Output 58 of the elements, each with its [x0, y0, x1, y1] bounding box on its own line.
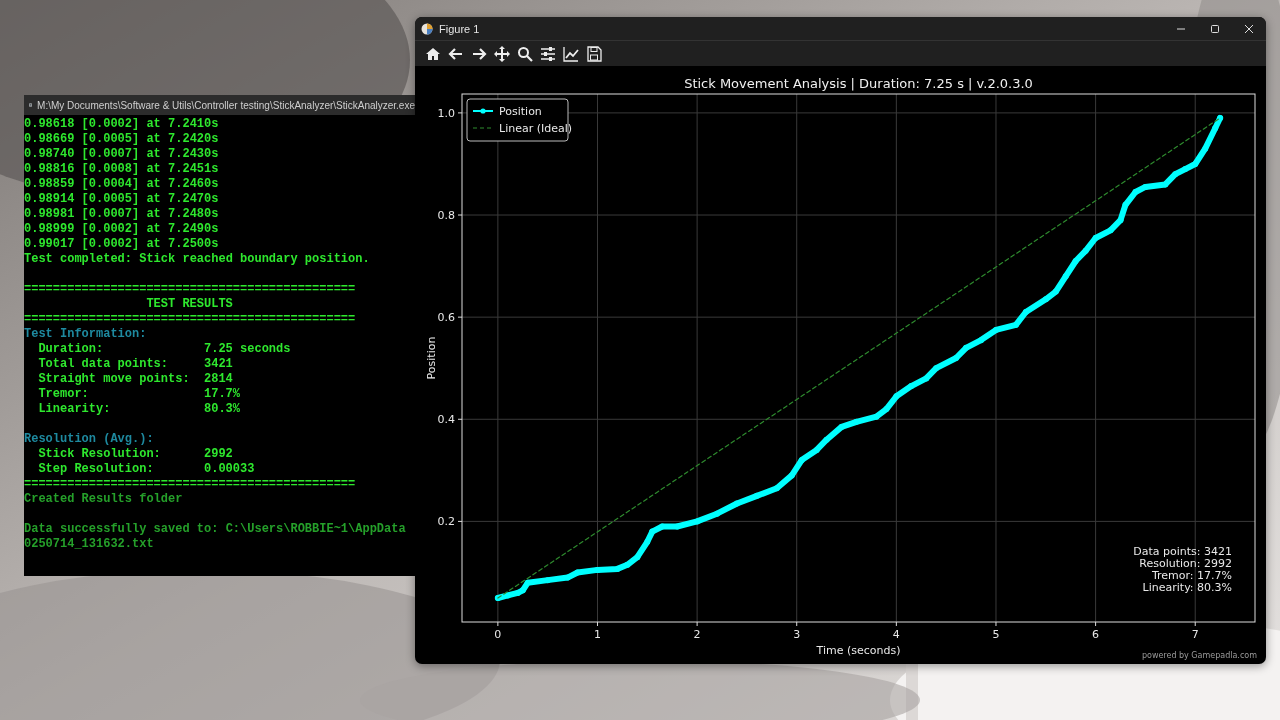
field-label: Stick Resolution: — [38, 447, 162, 462]
axis-tick-label: 1.0 — [437, 106, 455, 120]
console-line: 0.98981 [0.0007] at 7.2480s — [24, 207, 219, 222]
axis-tick-label: 0.4 — [437, 413, 455, 427]
console-line: 0.98816 [0.0008] at 7.2451s — [24, 162, 219, 177]
axis-tick-label: 0.8 — [437, 209, 455, 222]
console-line: 0250714_131632.txt — [24, 537, 154, 552]
window-title: Figure 1 — [439, 22, 480, 35]
axis-tick-label: 5 — [992, 628, 1000, 641]
field-value: 2814 — [204, 372, 233, 387]
x-axis-label: Time (seconds) — [816, 644, 901, 657]
legend-label: Linear (Ideal) — [499, 122, 573, 135]
y-axis-label: Position — [425, 336, 438, 380]
axis-tick-label: 3 — [793, 628, 801, 641]
console-line: 0.98914 [0.0005] at 7.2470s — [24, 192, 219, 207]
separator-line: ============================================== — [24, 282, 356, 297]
field-value: 3421 — [204, 357, 233, 372]
section-heading: Resolution (Avg.): — [24, 432, 154, 447]
console-line: Test completed: Stick reached boundary position. — [24, 252, 370, 267]
credit-text: powered by Gamepadla.com — [1141, 651, 1257, 660]
console-line: Data successfully saved to: C:\Users\ROBBIE~1\AppData — [24, 522, 406, 537]
field-value: 0.00033 — [204, 462, 255, 477]
legend-label: Position — [499, 105, 542, 118]
console-line: 0.98859 [0.0004] at 7.2460s — [24, 177, 219, 192]
axis-tick-label: 1 — [594, 628, 601, 641]
axis-tick-label: 2 — [693, 628, 701, 641]
console-line: 0.98999 [0.0002] at 7.2490s — [24, 222, 219, 237]
stats-text: Tremor: 17.7% — [1151, 569, 1232, 582]
field-label: Straight move points: — [38, 372, 191, 387]
separator-line: ============================================== — [24, 312, 356, 327]
window-title: M:\My Documents\Software & Utils\Controller testing\StickAnalyzer\StickAnalyzer.exe — [37, 99, 415, 111]
axis-tick-label: 7 — [1191, 628, 1199, 641]
section-heading: Test Information: — [24, 327, 147, 342]
field-label: Total data points: — [38, 357, 169, 372]
separator-line: ============================================== — [24, 477, 356, 492]
field-label: Tremor: — [38, 387, 90, 402]
results-heading: TEST RESULTS — [145, 297, 234, 312]
field-value: 80.3% — [204, 402, 241, 417]
field-label: Linearity: — [38, 402, 112, 417]
chart-title: Stick Movement Analysis | Duration: 7.25 s | v.2.0.3.0 — [684, 76, 1033, 91]
axis-tick-label: 0 — [494, 628, 502, 641]
console-line: 0.98669 [0.0005] at 7.2420s — [24, 132, 219, 147]
field-label: Duration: — [38, 342, 105, 357]
stats-text: Linearity: 80.3% — [1142, 581, 1232, 594]
field-value: 17.7% — [204, 387, 241, 402]
axis-tick-label: 6 — [1092, 628, 1100, 641]
console-line: Created Results folder — [24, 492, 183, 507]
stats-text: Data points: 3421 — [1133, 545, 1232, 558]
axis-tick-label: 4 — [892, 628, 900, 641]
field-value: 7.25 seconds — [204, 342, 291, 357]
stats-text: Resolution: 2992 — [1139, 557, 1232, 570]
console-line: 0.98740 [0.0007] at 7.2430s — [24, 147, 219, 162]
field-label: Step Resolution: — [38, 462, 155, 477]
console-line: 0.99017 [0.0002] at 7.2500s — [24, 237, 219, 252]
axis-tick-label: 0.6 — [437, 311, 455, 325]
axis-tick-label: 0.2 — [437, 515, 455, 529]
field-value: 2992 — [204, 447, 233, 462]
console-line: 0.98618 [0.0002] at 7.2410s — [24, 117, 219, 132]
